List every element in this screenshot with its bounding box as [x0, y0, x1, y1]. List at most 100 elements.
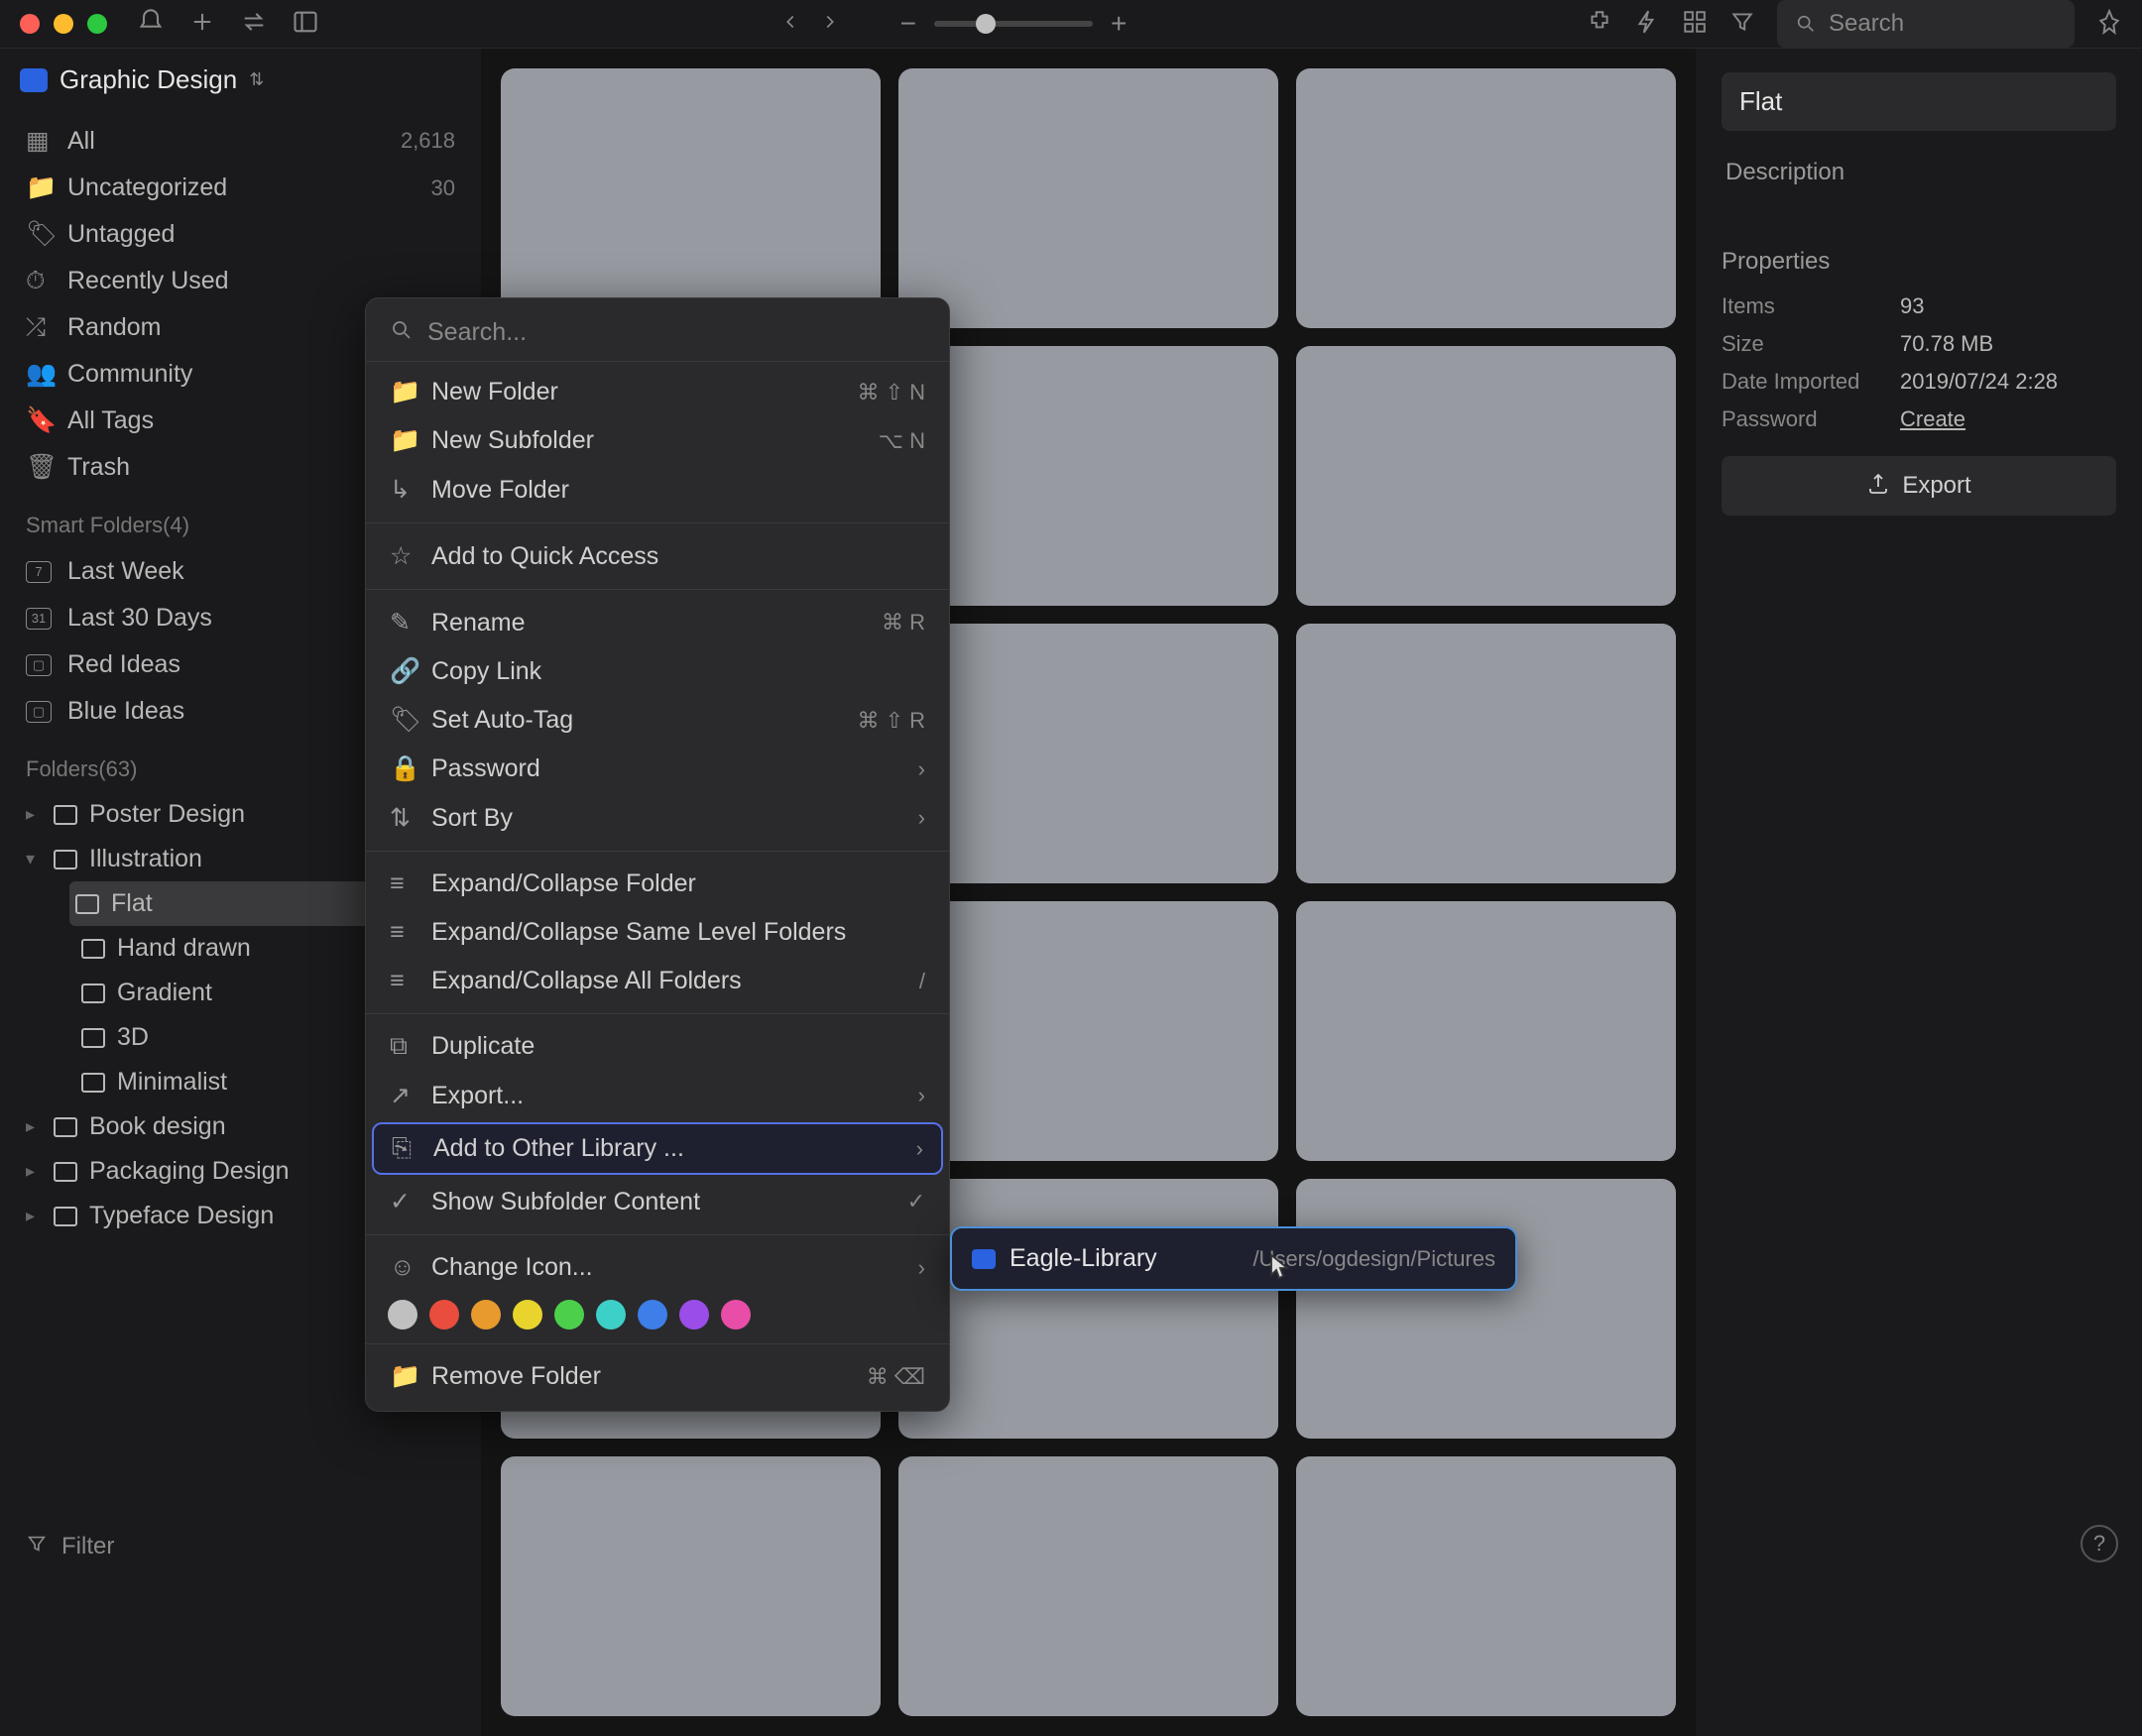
menu-item[interactable]: 📁New Subfolder⌥ N [366, 416, 949, 465]
color-swatch[interactable] [721, 1300, 751, 1330]
pin-icon[interactable] [2096, 9, 2122, 40]
menu-item[interactable]: ✓Show Subfolder Content✓ [366, 1177, 949, 1226]
help-button[interactable]: ? [2081, 1525, 2118, 1562]
folder-remove-icon: 📁 [390, 1362, 416, 1391]
thumbnail[interactable] [898, 1179, 1278, 1439]
layout-icon[interactable] [1682, 9, 1708, 40]
icon-color-row [366, 1292, 949, 1335]
folder-icon [54, 1207, 77, 1226]
menu-item[interactable]: ⎘Add to Other Library ...› [372, 1122, 943, 1175]
menu-item[interactable]: ↳Move Folder [366, 465, 949, 515]
color-swatch[interactable] [471, 1300, 501, 1330]
thumbnail[interactable] [1296, 68, 1676, 328]
menu-item[interactable]: 📁New Folder⌘ ⇧ N [366, 368, 949, 416]
property-row: Size70.78 MB [1722, 331, 2116, 357]
menu-item[interactable]: 🔗Copy Link [366, 647, 949, 696]
extension-icon[interactable] [1587, 9, 1612, 40]
menu-item[interactable]: ⧉Duplicate [366, 1022, 949, 1071]
thumbnail[interactable] [1296, 346, 1676, 606]
thumbnail[interactable] [1296, 624, 1676, 883]
chevron-icon: ▸ [26, 1116, 42, 1137]
export-button[interactable]: Export [1722, 456, 2116, 516]
color-swatch[interactable] [596, 1300, 626, 1330]
library-icon [20, 68, 48, 92]
filter-button[interactable]: Filter [0, 1521, 481, 1572]
cursor-icon [1269, 1253, 1293, 1286]
color-swatch[interactable] [513, 1300, 542, 1330]
inspector-panel: Flat Description Properties Items93 Size7… [1696, 49, 2142, 1736]
folder-icon [54, 805, 77, 825]
library-selector[interactable]: Graphic Design ⇅ [20, 64, 461, 95]
chevron-icon: ▸ [26, 1206, 42, 1226]
smile-icon: ☺ [390, 1253, 416, 1282]
export-label: Export [1902, 472, 1970, 500]
menu-item[interactable]: ≡Expand/Collapse Same Level Folders [366, 908, 949, 957]
plus-icon[interactable] [188, 8, 216, 41]
chevron-icon: ▾ [26, 849, 42, 869]
chevron-updown-icon: ⇅ [249, 69, 264, 90]
bell-icon[interactable] [137, 8, 165, 41]
menu-item[interactable]: ↗Export...› [366, 1071, 949, 1120]
transfer-icon[interactable] [240, 8, 268, 41]
color-swatch[interactable] [638, 1300, 667, 1330]
menu-add-quick-access[interactable]: ☆ Add to Quick Access [366, 531, 949, 581]
filter-icon[interactable] [1729, 9, 1755, 40]
sidebar-toggle-icon[interactable] [292, 8, 319, 41]
forward-button[interactable] [819, 11, 841, 38]
thumbnail[interactable] [1296, 901, 1676, 1161]
color-swatch[interactable] [388, 1300, 417, 1330]
zoom-out-button[interactable]: − [900, 8, 916, 40]
property-row: PasswordCreate [1722, 406, 2116, 432]
thumbnail[interactable] [898, 1456, 1278, 1716]
inspector-description-field[interactable]: Description [1722, 145, 2116, 200]
properties-header: Properties [1722, 248, 2116, 276]
menu-item[interactable]: 🏷Set Auto-Tag⌘ ⇧ R [366, 696, 949, 745]
search-placeholder: Search [1829, 10, 1904, 38]
folder-icon [75, 894, 99, 914]
color-swatch[interactable] [554, 1300, 584, 1330]
thumbnail[interactable] [501, 1456, 881, 1716]
maximize-window-button[interactable] [87, 14, 107, 34]
thumbnail[interactable] [898, 901, 1278, 1161]
thumbnail[interactable] [898, 68, 1278, 328]
property-row: Date Imported2019/07/24 2:28 [1722, 369, 2116, 395]
minimize-window-button[interactable] [54, 14, 73, 34]
thumbnail[interactable] [898, 624, 1278, 883]
context-search-placeholder: Search... [427, 318, 527, 347]
context-menu: Search... 📁New Folder⌘ ⇧ N📁New Subfolder… [365, 297, 950, 1412]
sidebar-item[interactable]: 📁Uncategorized30 [20, 165, 461, 211]
folder-icon [81, 939, 105, 959]
sidebar-item[interactable]: ▦All2,618 [20, 117, 461, 165]
search-input[interactable]: Search [1777, 0, 2075, 48]
library-icon [972, 1249, 996, 1269]
color-swatch[interactable] [679, 1300, 709, 1330]
color-swatch[interactable] [429, 1300, 459, 1330]
lightning-icon[interactable] [1634, 9, 1660, 40]
title-bar: − + Search [0, 0, 2142, 49]
menu-item[interactable]: 🔒Password› [366, 745, 949, 793]
library-name: Graphic Design [60, 64, 237, 95]
menu-item[interactable]: ✎Rename⌘ R [366, 598, 949, 647]
menu-item[interactable]: ⇅Sort By› [366, 793, 949, 843]
menu-change-icon[interactable]: ☺ Change Icon... › [366, 1243, 949, 1292]
inspector-title-field[interactable]: Flat [1722, 72, 2116, 131]
sidebar-item[interactable]: 🏷Untagged [20, 211, 461, 258]
close-window-button[interactable] [20, 14, 40, 34]
menu-item[interactable]: ≡Expand/Collapse All Folders/ [366, 957, 949, 1005]
chevron-icon: ▸ [26, 804, 42, 825]
thumbnail[interactable] [501, 68, 881, 328]
back-button[interactable] [779, 11, 801, 38]
folder-icon [81, 1073, 105, 1093]
star-icon: ☆ [390, 541, 416, 571]
zoom-in-button[interactable]: + [1111, 8, 1127, 40]
context-search-input[interactable]: Search... [366, 308, 949, 362]
zoom-slider[interactable] [934, 21, 1093, 27]
property-row: Items93 [1722, 293, 2116, 319]
menu-item[interactable]: ≡Expand/Collapse Folder [366, 860, 949, 908]
library-submenu-item[interactable]: Eagle-Library /Users/ogdesign/Pictures [950, 1226, 1517, 1291]
thumbnail[interactable] [898, 346, 1278, 606]
menu-remove-folder[interactable]: 📁 Remove Folder ⌘ ⌫ [366, 1352, 949, 1401]
library-name: Eagle-Library [1010, 1244, 1157, 1273]
thumbnail[interactable] [1296, 1179, 1676, 1439]
thumbnail[interactable] [1296, 1456, 1676, 1716]
